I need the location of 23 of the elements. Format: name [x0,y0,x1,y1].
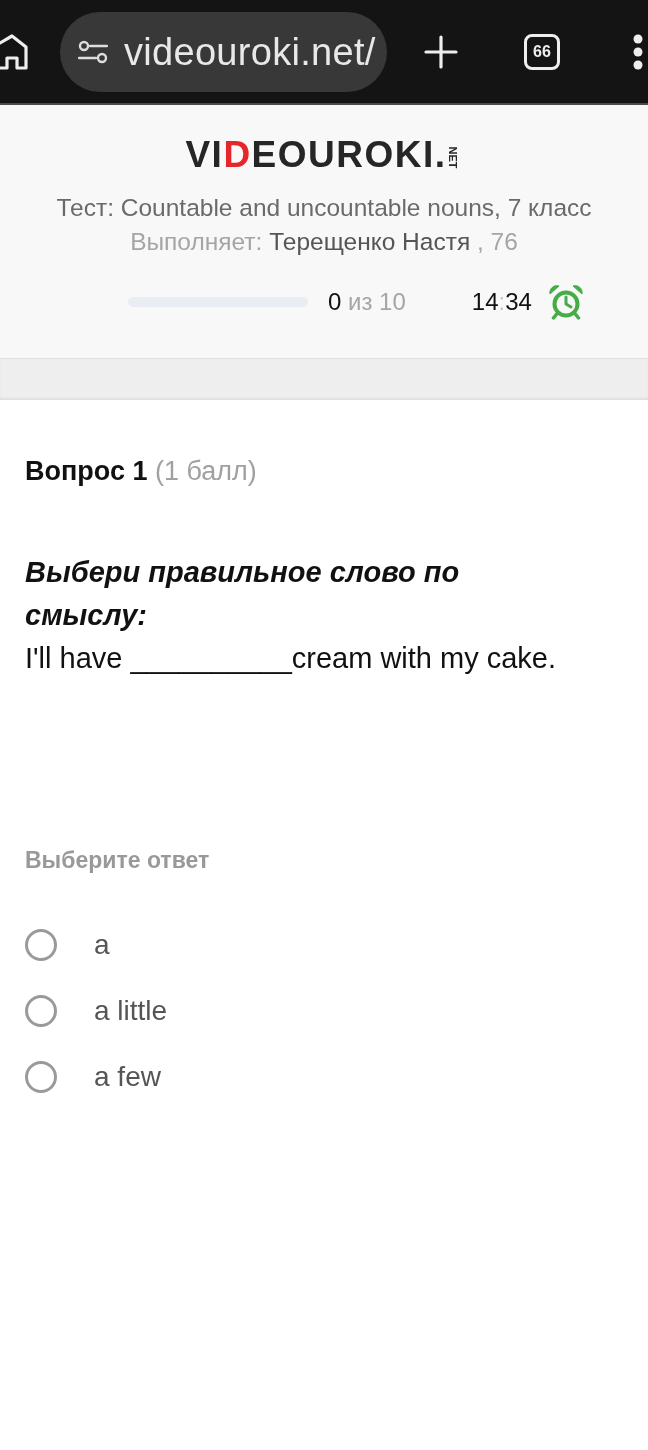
radio-button[interactable] [25,1061,57,1093]
home-icon[interactable] [0,33,28,70]
menu-icon[interactable] [632,33,644,70]
tune-icon[interactable] [78,39,108,64]
test-title: Тест: Countable and uncountable nouns, 7 класс [56,193,592,223]
question-prompt: Выбери правильное слово по смыслу: [25,555,461,633]
radio-button[interactable] [25,929,57,961]
progress-count: 0 из 10 [328,287,406,317]
answers-heading: Выберите ответ [25,846,210,875]
url-text: videouroki.net/ [124,29,376,74]
answer-option[interactable]: a little [94,993,168,1029]
alarm-clock-icon [547,284,584,320]
question-sentence: I'll have __________cream with my cake. [25,641,557,676]
logo[interactable]: VIDEOUROKI. NET [185,133,463,177]
question-title: Вопрос 1 (1 балл) [25,455,257,488]
radio-button[interactable] [25,995,57,1027]
answer-option[interactable]: a few [94,1059,161,1095]
address-bar[interactable]: videouroki.net/ [60,11,387,92]
answer-option[interactable]: a [94,927,110,963]
timer-text: 14:34 [471,287,532,317]
tab-count-button[interactable]: 66 [524,33,560,70]
performer-line: Выполняет: Терещенко Настя , 76 [130,227,518,257]
new-tab-icon[interactable] [424,34,458,69]
